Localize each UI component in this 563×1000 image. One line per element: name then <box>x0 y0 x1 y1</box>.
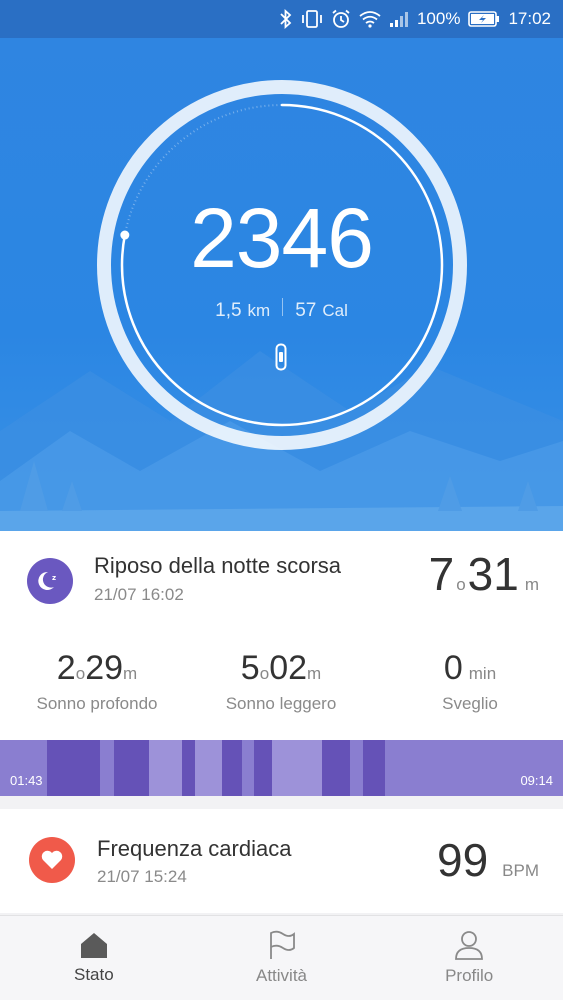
deep-hours: 2 <box>56 649 76 687</box>
calories-value: 57 <box>295 300 317 321</box>
light-minutes-unit: m <box>307 664 322 683</box>
vibrate-icon <box>301 9 323 29</box>
substats-divider <box>282 298 284 316</box>
bluetooth-icon <box>279 9 293 29</box>
sleep-segment-light <box>149 740 182 796</box>
light-hours-unit: o <box>259 664 270 683</box>
home-icon <box>80 933 107 958</box>
sleep-segment-light <box>272 740 322 796</box>
heart-rate-unit: BPM <box>502 861 539 880</box>
light-hours: 5 <box>240 649 260 687</box>
light-sleep-stat: 5 o 02 m Sonno leggero <box>206 649 356 714</box>
heart-rate-header: Frequenza cardiaca 21/07 15:24 99 BPM <box>0 809 563 909</box>
sleep-details: 2 o 29 m Sonno profondo 5 o 02 m Sonno l… <box>0 649 563 719</box>
sleep-segment-deep <box>254 740 272 796</box>
sleep-segment-light <box>195 740 222 796</box>
awake-label: Sveglio <box>442 694 498 713</box>
sleep-total-minutes: 31 <box>467 548 519 600</box>
status-bar: 100% 17:02 <box>0 0 563 38</box>
sleep-timeline[interactable]: 01:43 09:14 <box>0 740 563 796</box>
battery-percent: 100% <box>416 9 461 28</box>
heart-rate-number: 99 <box>436 834 489 886</box>
heart-rate-value: 99 BPM <box>437 833 541 887</box>
sleep-segment-deep <box>47 740 100 796</box>
sleep-card[interactable]: z Riposo della notte scorsa 21/07 16:02 … <box>0 531 563 796</box>
person-icon <box>455 931 484 960</box>
wifi-icon <box>359 10 381 28</box>
sleep-segment-deep <box>322 740 350 796</box>
steps-count: 2346 <box>190 191 374 285</box>
sleep-start-time: 01:43 <box>10 773 43 788</box>
calories-unit: Cal <box>322 301 348 320</box>
nav-label: Attività <box>255 966 308 985</box>
nav-label: Profilo <box>445 966 494 985</box>
sleep-title: Riposo della notte scorsa <box>94 553 342 578</box>
distance-unit: km <box>247 301 271 320</box>
sleep-segment-deep <box>222 740 242 796</box>
band-icon <box>275 343 287 371</box>
awake-minutes: 0 <box>443 649 463 687</box>
sleep-total: 7 o 31 m <box>429 547 541 601</box>
clock-time: 17:02 <box>508 9 551 28</box>
sleep-segment-deep <box>182 740 195 796</box>
sleep-minutes-unit: m <box>524 575 539 594</box>
signal-icon <box>389 10 409 28</box>
nav-label: Stato <box>73 965 114 984</box>
sleep-timestamp: 21/07 16:02 <box>94 585 184 604</box>
nav-item-stato[interactable]: Stato <box>0 916 188 1000</box>
sleep-segment-deep <box>363 740 385 796</box>
sleep-total-hours: 7 <box>428 548 455 600</box>
svg-text:z: z <box>52 574 56 582</box>
battery-icon <box>468 11 500 27</box>
distance-value: 1,5 <box>215 300 242 321</box>
deep-minutes: 29 <box>85 649 124 687</box>
deep-sleep-label: Sonno profondo <box>36 694 158 713</box>
bottom-navigation: Stato Attività Profilo <box>0 915 563 1000</box>
heart-rate-title: Frequenza cardiaca <box>97 836 292 861</box>
flag-icon <box>269 930 295 959</box>
steps-hero[interactable]: 2346 1,5 km 57 Cal <box>0 38 563 531</box>
steps-substats: 1,5 km 57 Cal <box>0 298 563 322</box>
deep-sleep-stat: 2 o 29 m Sonno profondo <box>22 649 172 714</box>
sleep-header: z Riposo della notte scorsa 21/07 16:02 … <box>0 531 563 631</box>
deep-hours-unit: o <box>75 664 86 683</box>
awake-stat: 0 min Sveglio <box>405 649 535 714</box>
sleep-segment-deep <box>114 740 149 796</box>
moon-icon: z <box>27 558 73 604</box>
alarm-icon <box>331 9 351 29</box>
nav-item-attivita[interactable]: Attività <box>188 916 376 1000</box>
deep-minutes-unit: m <box>123 664 138 683</box>
light-minutes: 02 <box>269 649 308 687</box>
light-sleep-label: Sonno leggero <box>225 694 337 713</box>
heart-rate-card[interactable]: Frequenza cardiaca 21/07 15:24 99 BPM <box>0 809 563 913</box>
heart-icon <box>29 837 75 883</box>
heart-rate-timestamp: 21/07 15:24 <box>97 867 187 886</box>
sleep-end-time: 09:14 <box>520 773 553 788</box>
nav-item-profilo[interactable]: Profilo <box>375 916 563 1000</box>
sleep-hours-unit: o <box>456 575 466 594</box>
awake-unit: min <box>468 664 497 683</box>
